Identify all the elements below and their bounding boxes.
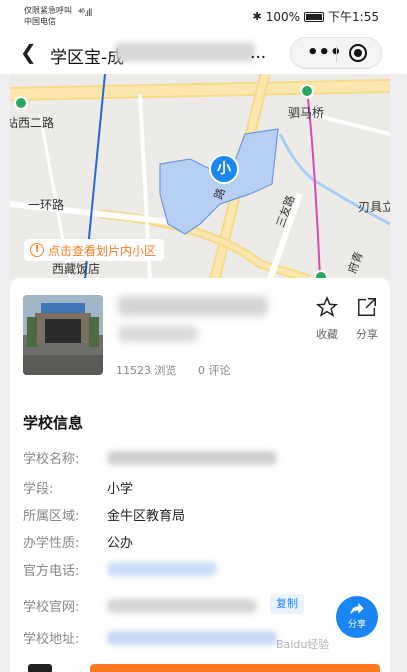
battery-icon [304,11,325,22]
info-key: 学校地址: [23,632,80,647]
back-chevron-icon[interactable]: ❮ [20,40,37,64]
map-label-road: 站西二路 [10,116,55,130]
map-label-bridge: 驷马桥 [288,106,325,120]
share-button[interactable]: 分享 [352,296,382,342]
metro-station-icon [300,84,314,98]
map-label-hotel: 西藏饭店 [52,262,101,276]
carrier-name: 中国电信 [24,17,56,26]
school-zone-map[interactable]: 站西二路 驷马桥 一环路 三友路 刃具立 府青 路 西藏饭店 小 ! 点击查看划… [10,74,390,279]
map-label-ring-road: 一环路 [28,198,65,212]
info-key: 办学性质: [23,536,80,551]
watermark: Baidu经验 [276,638,330,651]
info-key: 学校官网: [23,600,80,615]
floating-share-button[interactable]: 分享 [336,596,378,638]
view-count: 11523 浏览 [116,364,177,377]
info-value: 公办 [107,536,134,551]
info-icon: ! [30,243,44,257]
school-subname-redacted [118,326,198,342]
app-screen: { "status_bar": { "carrier_line1": "仅限紧急… [0,0,407,672]
floating-share-label: 分享 [347,620,366,630]
battery-percent: 100% [265,9,301,24]
metro-station-icon [14,96,28,110]
info-value: 金牛区教育局 [107,509,186,524]
info-key: 学段: [23,482,54,497]
page-title: 学区宝-成 [50,48,125,68]
share-arrow-icon [350,603,364,615]
tip-text: 点击查看划片内小区 [48,243,157,258]
title-redacted [115,42,255,62]
map-label-renju: 刃具立 [358,200,390,214]
bluetooth-icon: ✱ [252,10,262,23]
info-value: 小学 [107,482,134,497]
close-miniprogram-icon[interactable] [349,44,367,62]
miniprogram-capsule: ••• [290,37,382,69]
school-detail-card: 收藏 分享 11523 浏览 0 评论 学校信息 学校名称: 学段: 小学 所属… [10,278,390,672]
status-bar: 仅限紧急呼叫 中国电信 ⁴⁶.ıll ✱ 100% 下午1:55 [0,0,407,32]
carrier-info: 仅限紧急呼叫 中国电信 [24,5,72,27]
favorite-button[interactable]: 收藏 [312,295,342,342]
website-value-redacted[interactable] [107,599,257,613]
info-key: 官方电话: [23,564,80,579]
title-ellipsis: ... [250,43,267,63]
school-location-pin[interactable]: 小 [209,154,239,184]
school-photo-art [23,295,103,375]
bottom-action-bar[interactable] [90,664,380,672]
info-key: 学校名称: [23,452,80,467]
bottom-left-tab[interactable] [28,664,52,672]
comment-count: 0 评论 [198,364,231,377]
copy-website-button[interactable]: 复制 [270,594,304,614]
address-value-redacted[interactable] [107,631,277,645]
section-title: 学校信息 [23,414,84,432]
school-name-value-redacted [107,451,277,465]
capsule-divider [336,46,337,62]
favorite-label: 收藏 [316,328,338,341]
clock: 下午1:55 [328,10,379,24]
title-bar: ❮ 学区宝-成 ... ••• [0,32,407,74]
school-name-redacted [118,296,268,316]
school-photo[interactable] [23,295,103,375]
school-stats: 11523 浏览 0 评论 [116,362,249,378]
share-label: 分享 [356,328,378,341]
emergency-only-text: 仅限紧急呼叫 [24,6,72,15]
star-icon [315,295,339,317]
view-zone-communities-tip[interactable]: ! 点击查看划片内小区 [24,239,165,261]
signal-icon: ⁴⁶.ıll [78,8,92,19]
status-right: ✱ 100% 下午1:55 [253,8,379,25]
info-key: 所属区域: [23,509,80,524]
phone-value-redacted[interactable] [107,562,217,576]
share-icon [358,298,376,316]
